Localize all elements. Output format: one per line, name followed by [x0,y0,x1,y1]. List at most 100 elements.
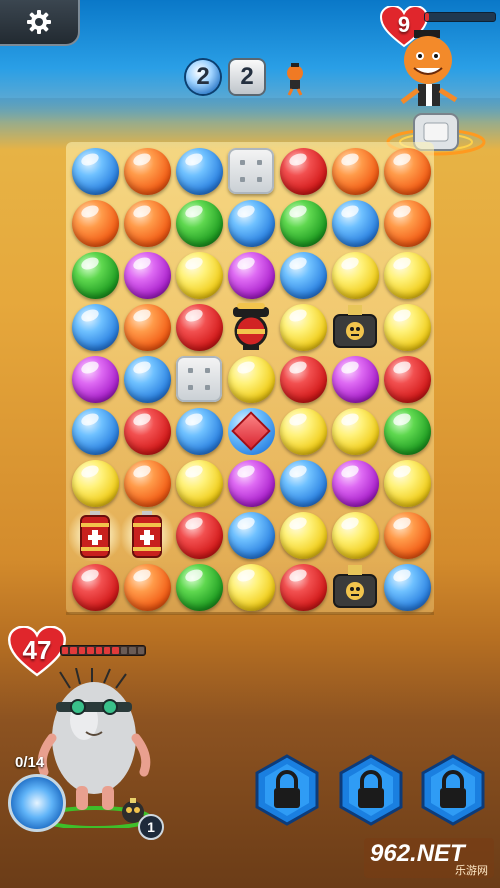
yellow-gem[interactable] [329,405,381,457]
orange-gem[interactable] [381,197,433,249]
hp-segment [62,647,69,654]
red-gem[interactable] [277,353,329,405]
purple-gem[interactable] [329,353,381,405]
bomb-box[interactable] [329,301,381,353]
green-gem-icon [383,407,431,455]
yellow-gem[interactable] [277,405,329,457]
blue-gem[interactable] [69,145,121,197]
battery-icon [80,511,110,558]
orange-gem-icon [383,147,431,195]
yellow-gem[interactable] [329,249,381,301]
orange-gem[interactable] [121,561,173,613]
blue-gem[interactable] [69,405,121,457]
green-gem[interactable] [381,405,433,457]
stone-block-icon [176,356,222,402]
blue-gem[interactable] [173,405,225,457]
purple-gem[interactable] [225,249,277,301]
orange-gem[interactable] [69,197,121,249]
red-gem-icon [279,147,327,195]
blue-gem[interactable] [225,197,277,249]
blue-gem[interactable] [121,353,173,405]
purple-gem[interactable] [329,457,381,509]
orange-gem-icon [123,199,171,247]
yellow-gem-icon [227,355,275,403]
ability-slot-locked[interactable] [338,754,404,826]
red-gem[interactable] [277,145,329,197]
blue-gem[interactable] [329,197,381,249]
red-gem[interactable] [277,561,329,613]
green-gem[interactable] [69,249,121,301]
orange-gem[interactable] [121,301,173,353]
orange-gem-icon [383,511,431,559]
green-gem[interactable] [173,561,225,613]
stone-block[interactable] [173,353,225,405]
yellow-gem-icon [383,303,431,351]
red-gem[interactable] [173,509,225,561]
blue-gem[interactable] [277,249,329,301]
blue-gem[interactable] [69,301,121,353]
settings-button[interactable] [0,0,80,46]
orange-gem[interactable] [121,197,173,249]
orange-gem[interactable] [381,509,433,561]
yellow-gem[interactable] [381,249,433,301]
red-gem[interactable] [69,561,121,613]
orange-gem[interactable] [121,457,173,509]
watermark-subtitle: 乐游网 [455,865,488,877]
enemy-hp-bar [424,12,496,22]
bomb-box-icon [333,305,377,348]
yellow-gem[interactable] [381,301,433,353]
green-gem-icon [279,199,327,247]
blue-gem[interactable] [225,509,277,561]
orange-gem[interactable] [329,145,381,197]
yellow-gem[interactable] [173,457,225,509]
red-gem[interactable] [381,353,433,405]
pet-count-badge: 1 [138,814,164,840]
green-gem[interactable] [173,197,225,249]
purple-gem[interactable] [69,353,121,405]
yellow-gem[interactable] [277,509,329,561]
green-gem-icon [175,563,223,611]
blue-gem[interactable] [277,457,329,509]
round-counter: 2 2 [186,60,264,94]
red-gem-icon [383,355,431,403]
purple-gem-icon [71,355,119,403]
yellow-gem[interactable] [173,249,225,301]
purple-gem[interactable] [121,249,173,301]
hp-segment [87,647,94,654]
blue-gem[interactable] [173,145,225,197]
red-gem-icon [71,563,119,611]
yellow-gem[interactable] [69,457,121,509]
battery-icon [132,511,162,558]
yellow-gem-icon [279,407,327,455]
battery-powerup[interactable] [69,509,121,561]
ability-slot-locked[interactable] [254,754,320,826]
yellow-gem-icon [331,511,379,559]
charge-orb-button[interactable] [8,774,66,832]
yellow-gem[interactable] [277,301,329,353]
blue-gem[interactable] [381,561,433,613]
hp-segment [95,647,103,654]
blue-gem-icon [175,147,223,195]
stone-block[interactable] [225,145,277,197]
bomb-box[interactable] [329,561,381,613]
yellow-gem[interactable] [329,509,381,561]
red-gem[interactable] [121,405,173,457]
hp-segment [120,647,128,654]
yellow-gem[interactable] [225,561,277,613]
ability-slot-locked[interactable] [420,754,486,826]
crystal-gem[interactable] [225,405,277,457]
orange-gem[interactable] [121,145,173,197]
green-gem[interactable] [277,197,329,249]
battery-powerup[interactable] [121,509,173,561]
purple-gem-icon [331,355,379,403]
orange-gem-icon [331,147,379,195]
yellow-gem[interactable] [381,457,433,509]
yellow-gem[interactable] [225,353,277,405]
orange-gem[interactable] [381,145,433,197]
watermark-logo: 962.NET [370,840,465,867]
bomb-robot[interactable] [225,301,277,353]
purple-gem[interactable] [225,457,277,509]
red-gem[interactable] [173,301,225,353]
player-hp-bar [60,645,146,656]
orange-gem-icon [123,147,171,195]
